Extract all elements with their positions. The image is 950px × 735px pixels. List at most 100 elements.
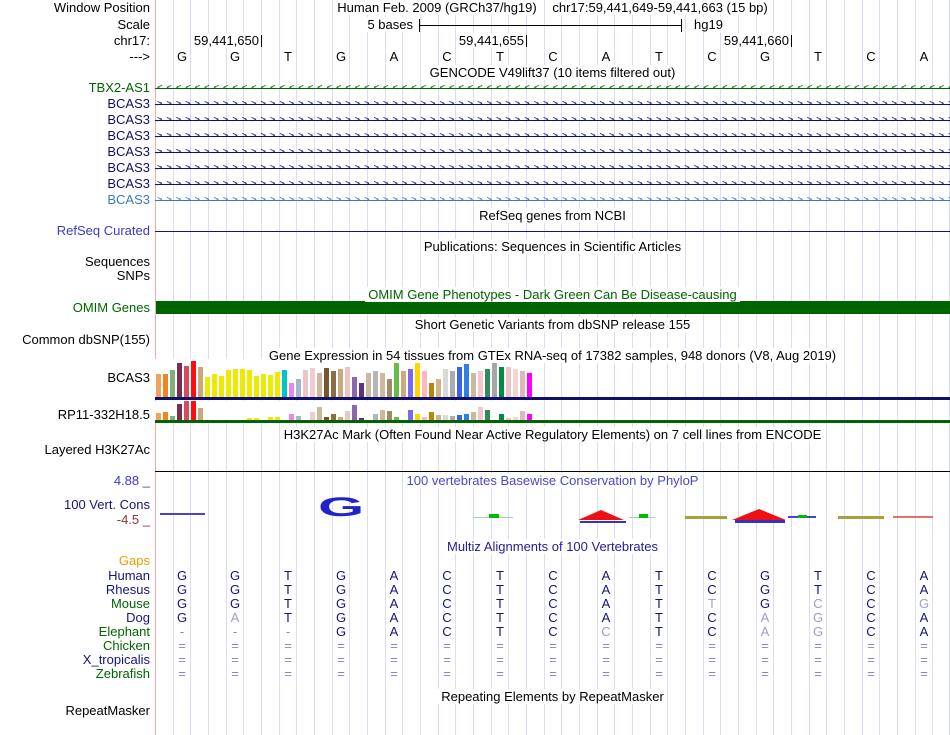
gene-label-bcas3[interactable]: BCAS3 bbox=[0, 145, 150, 159]
alignment-base: C bbox=[601, 624, 611, 639]
gtex-tissue-bar bbox=[191, 361, 196, 397]
alignment-base: G bbox=[335, 582, 347, 597]
alignment-base: - bbox=[285, 624, 291, 639]
gtex-bcas3-baseline[interactable] bbox=[155, 397, 950, 400]
common-dbsnp-label[interactable]: Common dbSNP(155) bbox=[0, 333, 150, 347]
alignment-base: T bbox=[496, 596, 504, 611]
omim-gene-bar[interactable] bbox=[156, 301, 950, 314]
multiz-title-text: Multiz Alignments of 100 Vertebrates bbox=[443, 539, 661, 554]
alignment-base: = bbox=[496, 638, 504, 653]
multiz-gaps-label[interactable]: Gaps bbox=[0, 554, 150, 568]
alignment-base: = bbox=[337, 652, 345, 667]
species-label-x_tropicalis[interactable]: X_tropicalis bbox=[0, 653, 150, 667]
conservation-mark bbox=[160, 513, 205, 515]
species-label-human[interactable]: Human bbox=[0, 569, 150, 583]
gene-item-bcas3[interactable]: >>>>>>>>>>>>>>>>>>>>>>>>>>>>>>>>>>>>>>>>… bbox=[155, 192, 950, 208]
alignment-base: C bbox=[442, 610, 452, 625]
gtex-tissue-bar bbox=[184, 401, 189, 420]
conservation-mark bbox=[685, 516, 727, 519]
publications-sequences-label[interactable]: Sequences bbox=[0, 255, 150, 269]
alignment-base: A bbox=[601, 582, 611, 597]
species-label-rhesus[interactable]: Rhesus bbox=[0, 583, 150, 597]
gene-item-bcas3[interactable]: >>>>>>>>>>>>>>>>>>>>>>>>>>>>>>>>>>>>>>>>… bbox=[155, 96, 950, 112]
gene-label-bcas3[interactable]: BCAS3 bbox=[0, 177, 150, 191]
species-label-chicken[interactable]: Chicken bbox=[0, 639, 150, 653]
conservation-mark bbox=[798, 515, 807, 518]
ruler-tick bbox=[791, 35, 792, 47]
alignment-base: A bbox=[760, 624, 770, 639]
alignment-base: = bbox=[655, 638, 663, 653]
refseq-curated-label[interactable]: RefSeq Curated bbox=[0, 224, 150, 238]
scale-bar bbox=[419, 25, 682, 26]
species-label-mouse[interactable]: Mouse bbox=[0, 597, 150, 611]
alignment-base: A bbox=[601, 596, 611, 611]
alignment-base: G bbox=[176, 568, 188, 583]
gtex-tissue-bar bbox=[492, 360, 497, 397]
layered-h3k27ac-label[interactable]: Layered H3K27Ac bbox=[0, 443, 150, 457]
gtex-tissue-bar bbox=[478, 371, 483, 397]
gtex-tissue-bar bbox=[485, 369, 490, 397]
refseq-curated-item[interactable] bbox=[155, 231, 950, 232]
ruler-tick bbox=[261, 35, 262, 47]
gtex-tissue-bar bbox=[184, 366, 189, 397]
gtex-tissue-bar bbox=[331, 371, 336, 397]
gtex-tissue-bar bbox=[478, 407, 483, 420]
alignment-base: T bbox=[655, 610, 663, 625]
gtex-rp11-baseline[interactable] bbox=[155, 420, 950, 423]
alignment-base: C bbox=[866, 568, 876, 583]
publications-snps-label[interactable]: SNPs bbox=[0, 269, 150, 283]
alignment-base: = bbox=[390, 652, 398, 667]
alignment-base: C bbox=[442, 624, 452, 639]
alignment-base: G bbox=[229, 582, 241, 597]
gtex-bcas3-label[interactable]: BCAS3 bbox=[0, 371, 150, 385]
gtex-tissue-bar bbox=[212, 374, 217, 397]
gtex-tissue-bar bbox=[450, 371, 455, 397]
alignment-base: = bbox=[602, 638, 610, 653]
publications-track-title: Publications: Sequences in Scientific Ar… bbox=[155, 239, 950, 254]
gtex-tissue-bar bbox=[436, 379, 441, 397]
alignment-base: = bbox=[549, 638, 557, 653]
alignment-base: A bbox=[230, 610, 240, 625]
gene-item-bcas3[interactable]: >>>>>>>>>>>>>>>>>>>>>>>>>>>>>>>>>>>>>>>>… bbox=[155, 144, 950, 160]
omim-genes-label[interactable]: OMIM Genes bbox=[0, 301, 150, 315]
gene-strand-arrows: >>>>>>>>>>>>>>>>>>>>>>>>>>>>>>>>>>>>>>>>… bbox=[157, 99, 950, 109]
species-label-zebrafish[interactable]: Zebrafish bbox=[0, 667, 150, 681]
alignment-base: C bbox=[548, 624, 558, 639]
gene-label-bcas3[interactable]: BCAS3 bbox=[0, 193, 150, 207]
gtex-tissue-bar bbox=[387, 411, 392, 420]
base-letter: C bbox=[866, 49, 876, 64]
alignment-base: A bbox=[601, 568, 611, 583]
species-label-dog[interactable]: Dog bbox=[0, 611, 150, 625]
gene-item-tbx2-as1[interactable]: <<<<<<<<<<<<<<<<<<<<<<<<<<<<<<<<<<<<<<<<… bbox=[155, 80, 950, 96]
gene-item-bcas3[interactable]: >>>>>>>>>>>>>>>>>>>>>>>>>>>>>>>>>>>>>>>>… bbox=[155, 128, 950, 144]
alignment-base: G bbox=[918, 596, 930, 611]
species-label-elephant[interactable]: Elephant bbox=[0, 625, 150, 639]
alignment-base: = bbox=[602, 666, 610, 681]
gtex-title-text: Gene Expression in 54 tissues from GTEx … bbox=[265, 348, 840, 363]
gene-label-bcas3[interactable]: BCAS3 bbox=[0, 97, 150, 111]
gtex-bcas3-bars[interactable] bbox=[155, 359, 535, 397]
alignment-base: A bbox=[919, 624, 929, 639]
gene-item-bcas3[interactable]: >>>>>>>>>>>>>>>>>>>>>>>>>>>>>>>>>>>>>>>>… bbox=[155, 160, 950, 176]
alignment-base: = bbox=[231, 666, 239, 681]
gene-label-tbx2-as1[interactable]: TBX2-AS1 bbox=[0, 81, 150, 95]
gene-label-bcas3[interactable]: BCAS3 bbox=[0, 113, 150, 127]
gtex-tissue-bar bbox=[415, 362, 420, 397]
gene-item-bcas3[interactable]: >>>>>>>>>>>>>>>>>>>>>>>>>>>>>>>>>>>>>>>>… bbox=[155, 176, 950, 192]
conservation-track-label[interactable]: 100 Vert. Cons bbox=[0, 498, 150, 512]
conservation-title-text: 100 vertebrates Basewise Conservation by… bbox=[403, 473, 702, 488]
gtex-tissue-bar bbox=[464, 364, 469, 397]
gene-label-bcas3[interactable]: BCAS3 bbox=[0, 129, 150, 143]
alignment-base: = bbox=[443, 638, 451, 653]
gtex-tissue-bar bbox=[247, 370, 252, 397]
scale-bar-right-tick bbox=[681, 19, 682, 32]
gtex-rp11-bars[interactable] bbox=[155, 401, 535, 420]
alignment-base: T bbox=[708, 596, 716, 611]
alignment-base: T bbox=[655, 582, 663, 597]
alignment-base: = bbox=[178, 666, 186, 681]
gene-item-bcas3[interactable]: >>>>>>>>>>>>>>>>>>>>>>>>>>>>>>>>>>>>>>>>… bbox=[155, 112, 950, 128]
repeatmasker-label[interactable]: RepeatMasker bbox=[0, 704, 150, 718]
gtex-rp11-label[interactable]: RP11-332H18.5 bbox=[0, 408, 150, 422]
gene-label-bcas3[interactable]: BCAS3 bbox=[0, 161, 150, 175]
alignment-base: = bbox=[443, 666, 451, 681]
